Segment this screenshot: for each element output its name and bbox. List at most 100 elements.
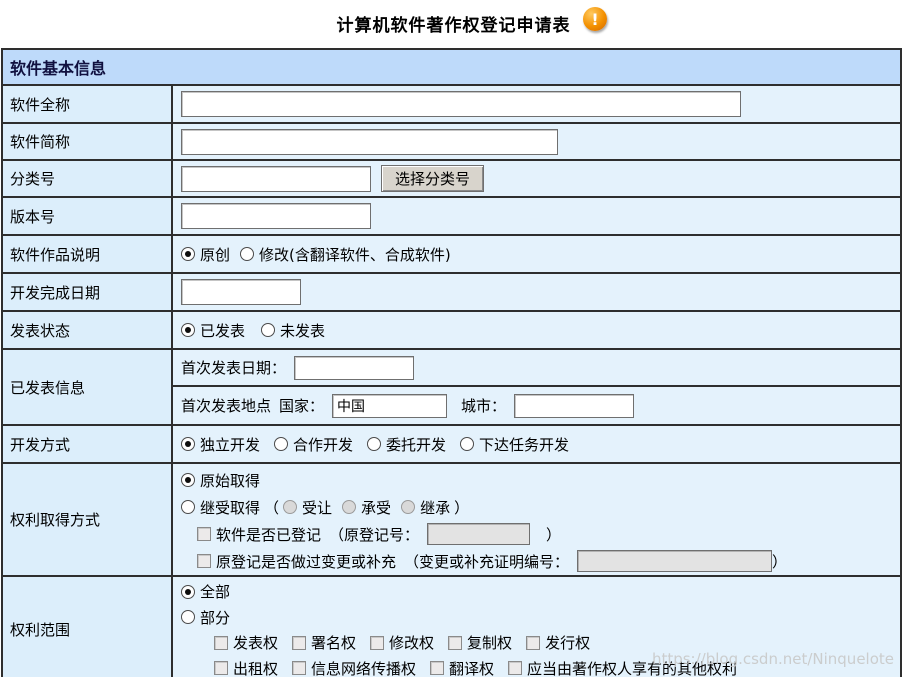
radio-original-acquisition-icon[interactable] (181, 473, 195, 487)
checkbox-network-dissemination-right-icon[interactable] (292, 661, 306, 675)
subrow-first-publish-place: 首次发表地点 国家： 城市： (173, 387, 900, 424)
checkbox-already-registered-icon[interactable] (197, 527, 211, 541)
change-cert-number-input[interactable] (577, 550, 772, 572)
paren-close: ） (454, 497, 469, 518)
warning-icon: ! (583, 7, 607, 31)
label-classification-number: 分类号 (3, 161, 173, 196)
radio-unpublished-icon[interactable] (261, 323, 275, 337)
line-already-registered: 软件是否已登记 （原登记号： ） (181, 521, 900, 548)
line-successive-acquisition: 继受取得 （ 受让 承受 继承 ） (181, 494, 900, 521)
checkbox-other-rights-icon[interactable] (508, 661, 522, 675)
radio-published-icon[interactable] (181, 323, 195, 337)
radio-option-commissioned-dev[interactable]: 委托开发 (367, 434, 446, 455)
radio-independent-dev-label: 独立开发 (200, 434, 260, 455)
radio-option-independent-dev[interactable]: 独立开发 (181, 434, 260, 455)
radio-published-label: 已发表 (200, 320, 245, 341)
checkbox-option-publication-right[interactable]: 发表权 (214, 632, 278, 653)
radio-independent-dev-icon[interactable] (181, 437, 195, 451)
row-version-number: 版本号 (3, 198, 900, 236)
checkbox-changed-or-supplemented-icon[interactable] (197, 554, 211, 568)
city-input[interactable] (514, 394, 634, 418)
radio-original-icon[interactable] (181, 247, 195, 261)
radio-option-original[interactable]: 原创 (181, 244, 230, 265)
checkbox-option-modification-right[interactable]: 修改权 (370, 632, 434, 653)
checkbox-publication-right-label: 发表权 (233, 632, 278, 653)
change-cert-number-hint-open: （变更或补充证明编号： (404, 551, 569, 572)
original-reg-number-input[interactable] (427, 523, 530, 545)
radio-commissioned-dev-icon[interactable] (367, 437, 381, 451)
radio-transfer-icon[interactable] (283, 500, 297, 514)
radio-option-assigned-task-dev[interactable]: 下达任务开发 (460, 434, 569, 455)
checkbox-option-already-registered[interactable]: 软件是否已登记 (197, 524, 321, 545)
checkbox-modification-right-icon[interactable] (370, 636, 384, 650)
radio-option-cooperative-dev[interactable]: 合作开发 (274, 434, 353, 455)
checkbox-option-other-rights[interactable]: 应当由著作权人享有的其他权利 (508, 658, 737, 677)
radio-option-modified[interactable]: 修改(含翻译软件、合成软件) (240, 244, 451, 265)
select-classification-button[interactable]: 选择分类号 (381, 165, 484, 192)
radio-scope-partial-icon[interactable] (181, 610, 195, 624)
label-software-short-name: 软件简称 (3, 124, 173, 159)
checkbox-authorship-right-icon[interactable] (292, 636, 306, 650)
radio-option-successive-acquisition[interactable]: 继受取得 (181, 497, 260, 518)
checkbox-distribution-right-icon[interactable] (526, 636, 540, 650)
first-publish-date-input[interactable] (294, 356, 414, 380)
row-classification-number: 分类号 选择分类号 (3, 161, 900, 198)
checkbox-option-rental-right[interactable]: 出租权 (214, 658, 278, 677)
cell-version-number (173, 198, 900, 234)
line-original-acquisition: 原始取得 (181, 467, 900, 494)
radio-assigned-task-dev-icon[interactable] (460, 437, 474, 451)
radio-inherit-label: 继承 (420, 497, 450, 518)
radio-option-scope-all[interactable]: 全部 (181, 581, 230, 602)
checkbox-reproduction-right-icon[interactable] (448, 636, 462, 650)
radio-cooperative-dev-icon[interactable] (274, 437, 288, 451)
checkbox-translation-right-label: 翻译权 (449, 658, 494, 677)
checkbox-publication-right-icon[interactable] (214, 636, 228, 650)
cell-rights-scope: 全部 部分 发表权 署名权 (173, 577, 900, 677)
radio-option-scope-partial[interactable]: 部分 (181, 607, 230, 628)
checkbox-option-reproduction-right[interactable]: 复制权 (448, 632, 512, 653)
checkbox-translation-right-icon[interactable] (430, 661, 444, 675)
page-title: 计算机软件著作权登记申请表 (0, 11, 907, 36)
country-label: 国家： (279, 395, 324, 416)
radio-undertake-icon[interactable] (342, 500, 356, 514)
software-full-name-input[interactable] (181, 91, 741, 117)
checkbox-rental-right-icon[interactable] (214, 661, 228, 675)
radio-modified-icon[interactable] (240, 247, 254, 261)
software-short-name-input[interactable] (181, 129, 558, 155)
radio-option-inherit[interactable]: 继承 (401, 497, 450, 518)
checkbox-option-network-dissemination-right[interactable]: 信息网络传播权 (292, 658, 416, 677)
radio-option-transfer[interactable]: 受让 (283, 497, 332, 518)
label-software-full-name: 软件全称 (3, 86, 173, 122)
radio-inherit-icon[interactable] (401, 500, 415, 514)
original-reg-number-hint-close: ） (546, 524, 561, 545)
row-work-description: 软件作品说明 原创 修改(含翻译软件、合成软件) (3, 236, 900, 274)
row-rights-scope: 权利范围 全部 部分 发表权 (3, 577, 900, 677)
cell-software-short-name (173, 124, 900, 159)
software-info-table: 软件基本信息 软件全称 软件简称 分类号 选择分类号 版本号 (1, 48, 902, 677)
label-dev-complete-date: 开发完成日期 (3, 274, 173, 310)
radio-scope-all-icon[interactable] (181, 585, 195, 599)
classification-number-input[interactable] (181, 166, 371, 192)
radio-successive-acquisition-icon[interactable] (181, 500, 195, 514)
radio-original-acquisition-label: 原始取得 (200, 470, 260, 491)
radio-option-unpublished[interactable]: 未发表 (261, 320, 325, 341)
checkbox-option-authorship-right[interactable]: 署名权 (292, 632, 356, 653)
change-cert-number-hint-close: ） (772, 551, 787, 572)
label-published-info: 已发表信息 (3, 350, 173, 424)
cell-rights-acquisition: 原始取得 继受取得 （ 受让 承受 (173, 464, 900, 575)
radio-assigned-task-dev-label: 下达任务开发 (479, 434, 569, 455)
first-publish-place-label: 首次发表地点 (181, 395, 271, 416)
radio-option-published[interactable]: 已发表 (181, 320, 245, 341)
version-number-input[interactable] (181, 203, 371, 229)
radio-cooperative-dev-label: 合作开发 (293, 434, 353, 455)
radio-original-label: 原创 (200, 244, 230, 265)
radio-option-original-acquisition[interactable]: 原始取得 (181, 470, 260, 491)
checkbox-option-distribution-right[interactable]: 发行权 (526, 632, 590, 653)
checkbox-option-translation-right[interactable]: 翻译权 (430, 658, 494, 677)
country-input[interactable] (332, 394, 447, 418)
checkbox-rental-right-label: 出租权 (233, 658, 278, 677)
radio-option-undertake[interactable]: 承受 (342, 497, 391, 518)
line-scope-partial: 部分 (181, 605, 900, 631)
checkbox-option-changed-or-supplemented[interactable]: 原登记是否做过变更或补充 (197, 551, 396, 572)
dev-complete-date-input[interactable] (181, 279, 301, 305)
